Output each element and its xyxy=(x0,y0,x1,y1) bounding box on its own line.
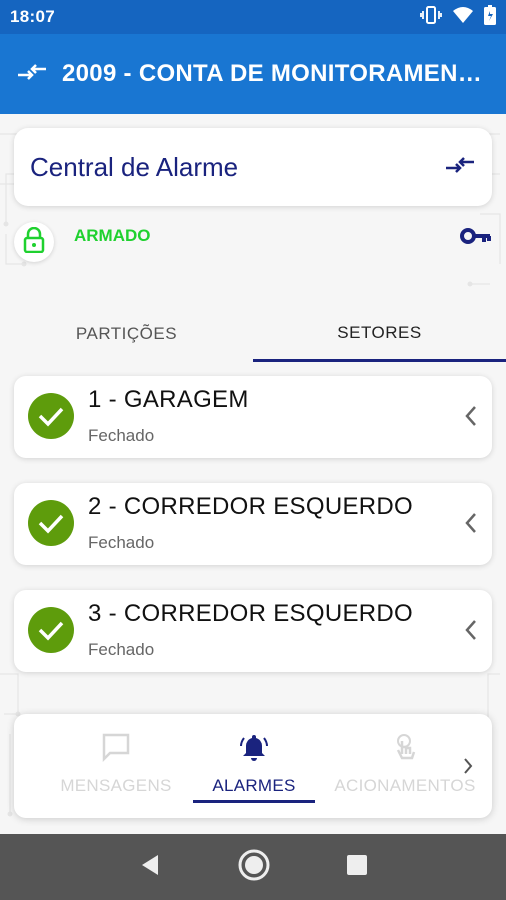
chevron-left-icon[interactable] xyxy=(464,404,478,433)
sector-name: 1 - GARAGEM xyxy=(88,386,249,413)
status-time: 18:07 xyxy=(10,7,55,26)
status-bar: 18:07 xyxy=(0,0,506,34)
sector-state: Fechado xyxy=(88,426,155,445)
app-bar: 2009 - CONTA DE MONITORAMENTO xyxy=(0,34,506,114)
nav-acionamentos[interactable]: ACIONAMENTOS xyxy=(332,714,478,818)
touch-icon xyxy=(390,732,420,764)
nav-mensagens[interactable]: MENSAGENS xyxy=(54,714,178,818)
main-content[interactable]: Central de Alarme ARMADO PARTIÇÕES SETOR… xyxy=(0,114,506,834)
system-navigation-bar xyxy=(0,834,506,900)
tab-setores[interactable]: SETORES xyxy=(253,306,506,362)
sector-state: Fechado xyxy=(88,533,155,552)
swap-icon[interactable] xyxy=(444,153,476,182)
sector-card[interactable]: 2 - CORREDOR ESQUERDO Fechado xyxy=(14,483,492,565)
nav-label: ACIONAMENTOS xyxy=(334,776,476,795)
chevron-left-icon[interactable] xyxy=(464,511,478,540)
sector-name: 2 - CORREDOR ESQUERDO xyxy=(88,493,414,520)
lock-icon xyxy=(23,226,45,258)
sector-card[interactable]: 3 - CORREDOR ESQUERDO Fechado xyxy=(14,590,492,672)
bell-icon xyxy=(239,732,269,764)
nav-label: ALARMES xyxy=(212,776,296,795)
active-indicator xyxy=(193,800,315,803)
check-icon xyxy=(28,607,74,653)
home-icon[interactable] xyxy=(237,848,271,887)
nav-alarmes[interactable]: ALARMES xyxy=(192,714,316,818)
wifi-icon xyxy=(452,6,474,29)
account-title: 2009 - CONTA DE MONITORAMENTO xyxy=(62,60,490,87)
chevron-left-icon[interactable] xyxy=(464,618,478,647)
key-icon[interactable] xyxy=(460,227,492,250)
arm-status-text: ARMADO xyxy=(74,226,151,245)
tab-bar: PARTIÇÕES SETORES xyxy=(0,306,506,362)
sector-card[interactable]: 1 - GARAGEM Fechado xyxy=(14,376,492,458)
recents-icon[interactable] xyxy=(346,854,368,881)
swap-icon[interactable] xyxy=(16,60,48,89)
sector-name: 3 - CORREDOR ESQUERDO xyxy=(88,600,414,627)
chevron-right-icon[interactable] xyxy=(462,756,474,781)
check-icon xyxy=(28,500,74,546)
panel-card[interactable]: Central de Alarme xyxy=(14,128,492,206)
battery-icon xyxy=(484,4,496,30)
lock-badge[interactable] xyxy=(14,222,54,262)
vibrate-icon xyxy=(420,5,442,29)
bottom-navigation: MENSAGENS ALARMES ACIONAMENTOS xyxy=(14,714,492,818)
arm-status-row: ARMADO xyxy=(14,222,492,262)
sector-state: Fechado xyxy=(88,640,155,659)
panel-label: Central de Alarme xyxy=(30,151,239,182)
check-icon xyxy=(28,393,74,439)
message-icon xyxy=(101,732,131,764)
nav-label: MENSAGENS xyxy=(60,776,172,795)
back-icon[interactable] xyxy=(138,853,162,882)
tab-particoes[interactable]: PARTIÇÕES xyxy=(0,306,253,362)
